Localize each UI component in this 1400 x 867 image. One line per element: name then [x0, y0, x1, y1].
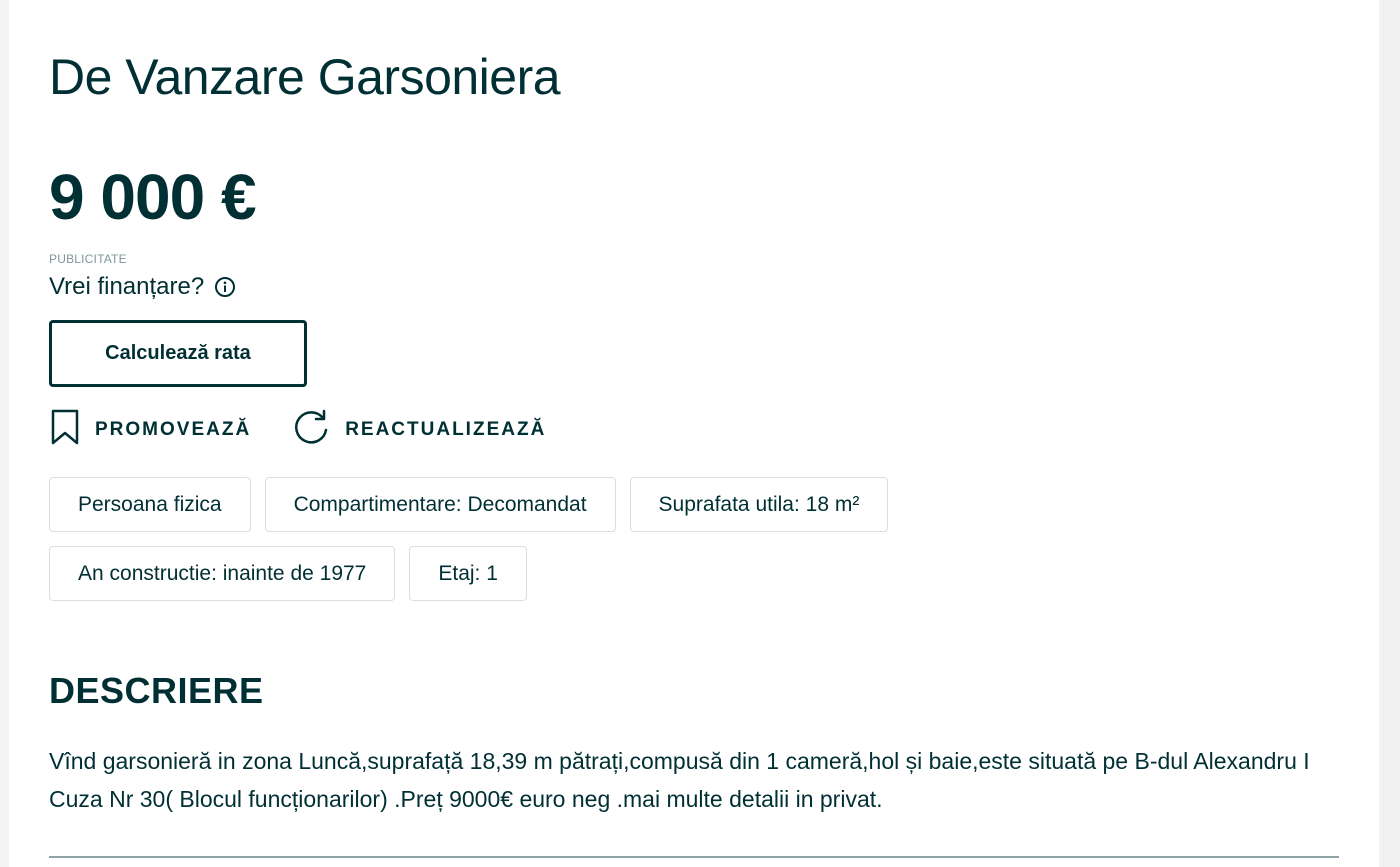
- listing-page: De Vanzare Garsoniera 9 000 € PUBLICITAT…: [9, 0, 1379, 867]
- listing-price: 9 000 €: [49, 161, 257, 233]
- refresh-label: REACTUALIZEAZĂ: [345, 419, 547, 440]
- section-divider: [49, 856, 1339, 858]
- tag-layout: Compartimentare: Decomandat: [264, 477, 616, 532]
- ad-label: PUBLICITATE: [49, 252, 127, 266]
- tag-area: Suprafata utila: 18 m²: [629, 477, 889, 532]
- bookmark-icon: [49, 408, 81, 452]
- tag-construction-year: An constructie: inainte de 1977: [49, 546, 396, 601]
- description-text: Vînd garsonieră in zona Luncă,suprafață …: [49, 748, 1310, 812]
- tag-floor: Etaj: 1: [409, 546, 527, 601]
- financing-question: Vrei finanțare?: [49, 273, 205, 300]
- tag-seller-type: Persoana fizica: [49, 477, 251, 532]
- page-scrollbar[interactable]: [1382, 0, 1400, 867]
- promote-button[interactable]: PROMOVEAZĂ: [49, 408, 251, 452]
- info-icon[interactable]: [214, 276, 236, 298]
- calculate-rate-button[interactable]: Calculează rata: [49, 320, 307, 387]
- description-heading: DESCRIERE: [49, 670, 264, 711]
- refresh-button[interactable]: REACTUALIZEAZĂ: [291, 408, 546, 452]
- property-tags: Persoana fizica Compartimentare: Decoman…: [49, 477, 1049, 615]
- promote-label: PROMOVEAZĂ: [95, 419, 252, 440]
- refresh-icon: [291, 408, 331, 452]
- tag-row: An constructie: inainte de 1977 Etaj: 1: [49, 546, 1049, 601]
- listing-title: De Vanzare Garsoniera: [49, 49, 561, 105]
- financing-question-row: Vrei finanțare?: [49, 273, 236, 301]
- tag-row: Persoana fizica Compartimentare: Decoman…: [49, 477, 1049, 532]
- listing-actions: PROMOVEAZĂ REACTUALIZEAZĂ: [49, 408, 586, 452]
